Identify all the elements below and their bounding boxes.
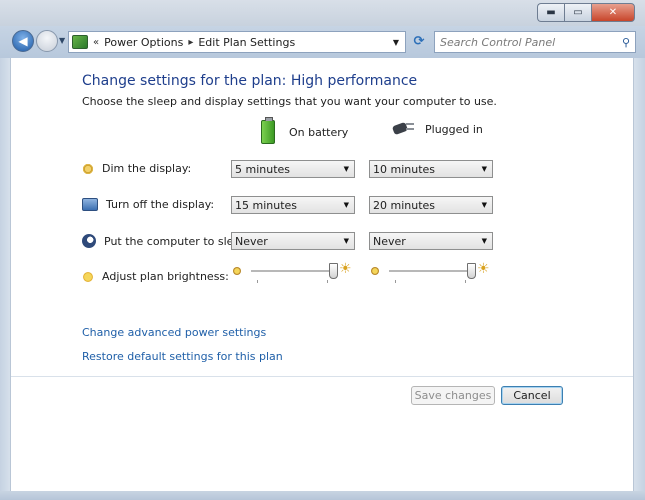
dim-display-icon [82, 162, 94, 175]
brightness-battery-slider[interactable]: ☀ [233, 261, 353, 285]
main-content: Change settings for the plan: High perfo… [10, 58, 634, 491]
close-button[interactable]: ✕ [591, 3, 635, 22]
search-input[interactable]: Search Control Panel ⚲ [434, 31, 636, 53]
row-label-off: Turn off the display: [106, 198, 215, 211]
select-value: Never [235, 234, 268, 248]
chevron-right-icon[interactable]: ▸ [188, 37, 193, 48]
slider-tick [395, 280, 396, 283]
select-value: 5 minutes [235, 162, 291, 176]
control-panel-icon [72, 35, 88, 49]
turn-off-display-battery-select[interactable]: 15 minutes ▼ [231, 196, 355, 214]
brightness-low-icon [233, 267, 241, 275]
row-label-sleep: Put the computer to sleep: [104, 234, 251, 248]
page-title: Change settings for the plan: High perfo… [82, 73, 418, 89]
page-subtitle: Choose the sleep and display settings th… [82, 95, 497, 108]
brightness-high-icon: ☀ [339, 261, 352, 277]
sleep-moon-icon [82, 234, 96, 248]
brightness-sun-icon [82, 270, 94, 283]
caption-buttons: ▬ ▭ ✕ [537, 3, 635, 22]
cancel-button[interactable]: Cancel [501, 386, 563, 405]
chevron-down-icon: ▼ [481, 165, 487, 173]
sleep-plugged-select[interactable]: Never ▼ [369, 232, 493, 250]
save-changes-button[interactable]: Save changes [411, 386, 495, 405]
arrow-left-icon: ◀ [18, 34, 28, 48]
slider-thumb[interactable] [467, 263, 476, 279]
address-bar[interactable]: « Power Options ▸ Edit Plan Settings ▼ [68, 31, 406, 53]
row-label-brightness: Adjust plan brightness: [102, 270, 229, 283]
column-header-battery: On battery [261, 117, 349, 144]
navigation-toolbar: ◀ ▼ « Power Options ▸ Edit Plan Settings… [0, 26, 645, 58]
search-placeholder: Search Control Panel [440, 35, 556, 49]
maximize-button[interactable]: ▭ [564, 3, 591, 22]
recent-pages-dropdown[interactable]: ▼ [59, 36, 65, 45]
slider-tick [465, 280, 466, 283]
search-icon[interactable]: ⚲ [622, 36, 630, 49]
restore-defaults-link[interactable]: Restore default settings for this plan [82, 350, 283, 363]
row-label-dim: Dim the display: [102, 162, 192, 175]
window-titlebar: ▬ ▭ ✕ [0, 0, 645, 26]
slider-track[interactable] [389, 270, 471, 273]
minimize-button[interactable]: ▬ [537, 3, 564, 22]
column-header-plugged: Plugged in [389, 120, 483, 138]
select-value: Never [373, 234, 406, 248]
refresh-icon: ⟳ [413, 33, 425, 49]
chevron-down-icon: ▼ [343, 201, 349, 209]
window-frame-right [634, 58, 645, 491]
slider-track[interactable] [251, 270, 333, 273]
chevron-down-icon: ▼ [481, 201, 487, 209]
brightness-low-icon [371, 267, 379, 275]
chevron-down-icon: ▼ [343, 237, 349, 245]
window-frame-bottom [0, 491, 645, 500]
row-sleep: Put the computer to sleep: [82, 234, 251, 248]
refresh-button[interactable]: ⟳ [408, 31, 430, 51]
window-frame-left [0, 58, 10, 491]
row-turn-off-display: Turn off the display: [82, 198, 214, 211]
row-dim-display: Dim the display: [82, 162, 191, 175]
dim-display-plugged-select[interactable]: 10 minutes ▼ [369, 160, 493, 178]
column-label-plugged: Plugged in [425, 122, 483, 136]
slider-tick [327, 280, 328, 283]
forward-button[interactable] [36, 30, 58, 52]
column-label-battery: On battery [289, 125, 349, 139]
slider-thumb[interactable] [329, 263, 338, 279]
brightness-high-icon: ☀ [477, 261, 490, 277]
change-advanced-settings-link[interactable]: Change advanced power settings [82, 326, 266, 339]
chevron-down-icon: ▼ [481, 237, 487, 245]
breadcrumb-overflow[interactable]: « [93, 37, 99, 48]
chevron-down-icon: ▼ [343, 165, 349, 173]
turn-off-display-plugged-select[interactable]: 20 minutes ▼ [369, 196, 493, 214]
battery-icon [261, 117, 275, 144]
row-brightness: Adjust plan brightness: [82, 270, 229, 283]
select-value: 10 minutes [373, 162, 436, 176]
back-button[interactable]: ◀ [12, 30, 34, 52]
display-icon [82, 198, 98, 211]
slider-tick [257, 280, 258, 283]
footer-divider [11, 376, 633, 377]
select-value: 20 minutes [373, 198, 436, 212]
brightness-plugged-slider[interactable]: ☀ [371, 261, 491, 285]
select-value: 15 minutes [235, 198, 298, 212]
address-dropdown-icon[interactable]: ▼ [393, 38, 399, 47]
sleep-battery-select[interactable]: Never ▼ [231, 232, 355, 250]
dim-display-battery-select[interactable]: 5 minutes ▼ [231, 160, 355, 178]
power-plug-icon [389, 120, 415, 138]
breadcrumb-power-options[interactable]: Power Options [104, 36, 183, 49]
breadcrumb-edit-plan-settings[interactable]: Edit Plan Settings [198, 36, 295, 49]
